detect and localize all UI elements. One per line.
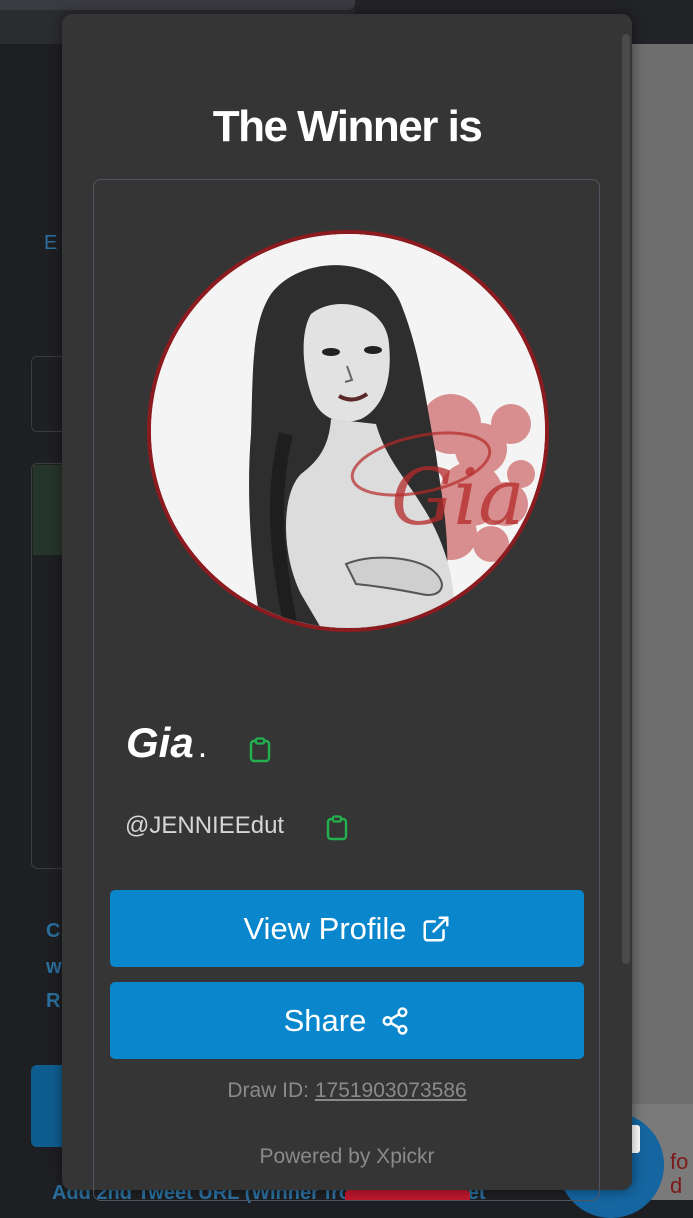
view-profile-label: View Profile [243,910,407,946]
winner-modal: The Winner is Gia Gia . @JENNIEEdut View… [62,14,632,1201]
draw-id-label: Draw ID: [227,1079,309,1102]
winner-handle: @JENNIEEdut [125,812,285,839]
share-button[interactable]: Share [110,982,584,1059]
background-corner-text-line-2: d [670,1173,683,1198]
modal-title: The Winner is [212,102,483,151]
share-label: Share [283,1002,367,1038]
background-green-row [33,465,62,555]
background-side-text-3: R [46,990,61,1012]
avatar-illustration: Gia [151,234,545,628]
external-link-icon [423,916,449,941]
powered-by-text: Powered by Xpickr [259,1145,435,1168]
background-side-text-2: w [46,956,62,978]
winner-avatar: Gia [147,230,549,632]
modal-scrollbar[interactable] [622,34,630,964]
share-icon [382,1006,408,1035]
copy-name-clipboard-icon[interactable] [249,737,271,763]
background-link-fragment: E [44,232,58,254]
background-corner-text: fo d [670,1150,688,1198]
copy-handle-clipboard-icon[interactable] [326,815,348,841]
background-side-text-1: C [46,920,61,942]
draw-id-value-link[interactable]: 1751903073586 [315,1079,467,1102]
background-right-panel [630,44,693,1104]
avatar-watermark-text: Gia [391,453,525,543]
winner-name-text: Gia [126,719,194,766]
winner-name: Gia. [126,719,207,767]
draw-id: Draw ID: 1751903073586 [62,1079,632,1103]
background-corner-text-line-1: fo [670,1149,689,1174]
background-tab [0,0,355,10]
winner-name-suffix: . [197,727,208,765]
view-profile-button[interactable]: View Profile [110,890,584,967]
